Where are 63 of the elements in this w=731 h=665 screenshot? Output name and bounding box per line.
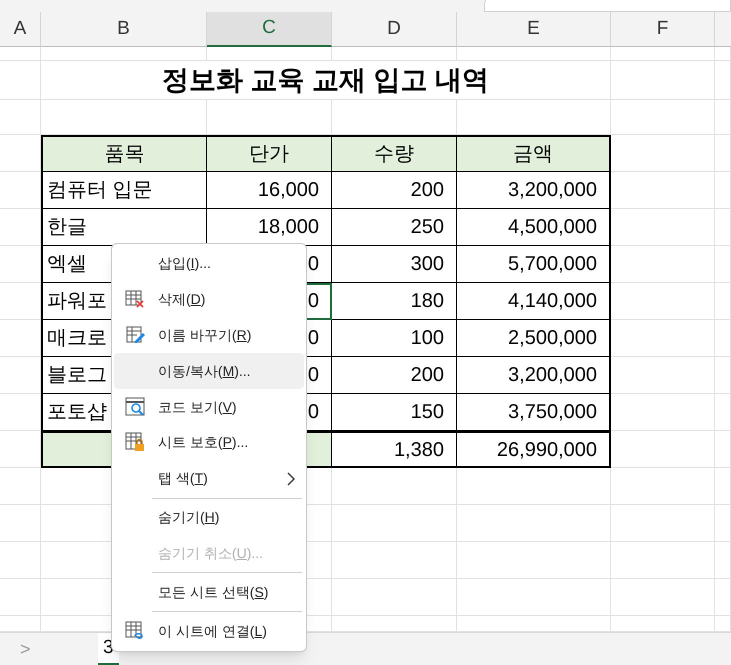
empty-cell bbox=[715, 283, 731, 320]
empty-cell bbox=[715, 320, 731, 357]
table-lock-icon bbox=[125, 432, 147, 454]
table-cell: 250 bbox=[332, 209, 457, 246]
empty-cell bbox=[0, 100, 41, 135]
table-cell: 100 bbox=[332, 320, 457, 357]
menu-item[interactable]: 탭 색(T) bbox=[114, 460, 304, 497]
formula-field[interactable] bbox=[484, 0, 731, 12]
empty-cell bbox=[0, 61, 41, 100]
menu-item[interactable]: 모든 시트 선택(S) bbox=[114, 574, 304, 610]
column-header[interactable]: B bbox=[41, 12, 207, 47]
empty-cell bbox=[0, 209, 41, 246]
empty-cell bbox=[715, 542, 731, 579]
empty-cell bbox=[715, 100, 731, 135]
empty-cell bbox=[715, 135, 731, 172]
table-header-cell: 금액 bbox=[457, 135, 611, 172]
empty-cell bbox=[0, 172, 41, 209]
table-cell: 3,750,000 bbox=[457, 394, 611, 431]
table-header-cell: 품목 bbox=[41, 135, 207, 172]
empty-cell bbox=[715, 394, 731, 431]
table-cell: 1,380 bbox=[332, 431, 457, 468]
empty-cell bbox=[715, 468, 731, 505]
empty-cell bbox=[0, 394, 41, 431]
empty-cell bbox=[0, 357, 41, 394]
empty-cell bbox=[0, 47, 41, 61]
empty-cell bbox=[715, 61, 731, 100]
table-cell: 200 bbox=[332, 172, 457, 209]
column-header[interactable]: E bbox=[457, 12, 611, 47]
empty-cell bbox=[0, 246, 41, 283]
magnifier-window-icon bbox=[125, 396, 147, 418]
empty-cell bbox=[0, 283, 41, 320]
table-cell: 150 bbox=[332, 394, 457, 431]
empty-cell bbox=[715, 246, 731, 283]
table-cell: 3,200,000 bbox=[457, 172, 611, 209]
empty-cell bbox=[715, 172, 731, 209]
table-header-cell: 수량 bbox=[332, 135, 457, 172]
column-header[interactable] bbox=[715, 12, 731, 47]
menu-item[interactable]: 이동/복사(M)... bbox=[114, 353, 304, 390]
table-cell: 4,140,000 bbox=[457, 283, 611, 320]
table-cell: 16,000 bbox=[207, 172, 332, 209]
table-cell: 4,500,000 bbox=[457, 209, 611, 246]
table-header-cell: 단가 bbox=[207, 135, 332, 172]
empty-cell bbox=[715, 505, 731, 542]
column-header[interactable]: C bbox=[207, 12, 332, 47]
table-cell: 26,990,000 bbox=[457, 431, 611, 468]
empty-cell bbox=[715, 357, 731, 394]
empty-cell bbox=[715, 579, 731, 616]
menu-item[interactable]: 숨기기(H) bbox=[114, 500, 304, 536]
column-header[interactable]: D bbox=[332, 12, 457, 47]
table-cell: 300 bbox=[332, 246, 457, 283]
column-header[interactable]: A bbox=[0, 12, 41, 47]
table-cell: 컴퓨터 입문 bbox=[41, 172, 207, 209]
sheet-title: 정보화 교육 교재 입고 내역 bbox=[41, 61, 611, 100]
column-header[interactable]: F bbox=[611, 12, 715, 47]
table-cell: 5,700,000 bbox=[457, 246, 611, 283]
empty-cell bbox=[715, 209, 731, 246]
empty-cell bbox=[715, 47, 731, 61]
table-cell: 200 bbox=[332, 357, 457, 394]
table-cell: 2,500,000 bbox=[457, 320, 611, 357]
table-cell: 180 bbox=[332, 283, 457, 320]
empty-cell bbox=[715, 431, 731, 468]
table-cell: 3,200,000 bbox=[457, 357, 611, 394]
empty-cell bbox=[0, 320, 41, 357]
